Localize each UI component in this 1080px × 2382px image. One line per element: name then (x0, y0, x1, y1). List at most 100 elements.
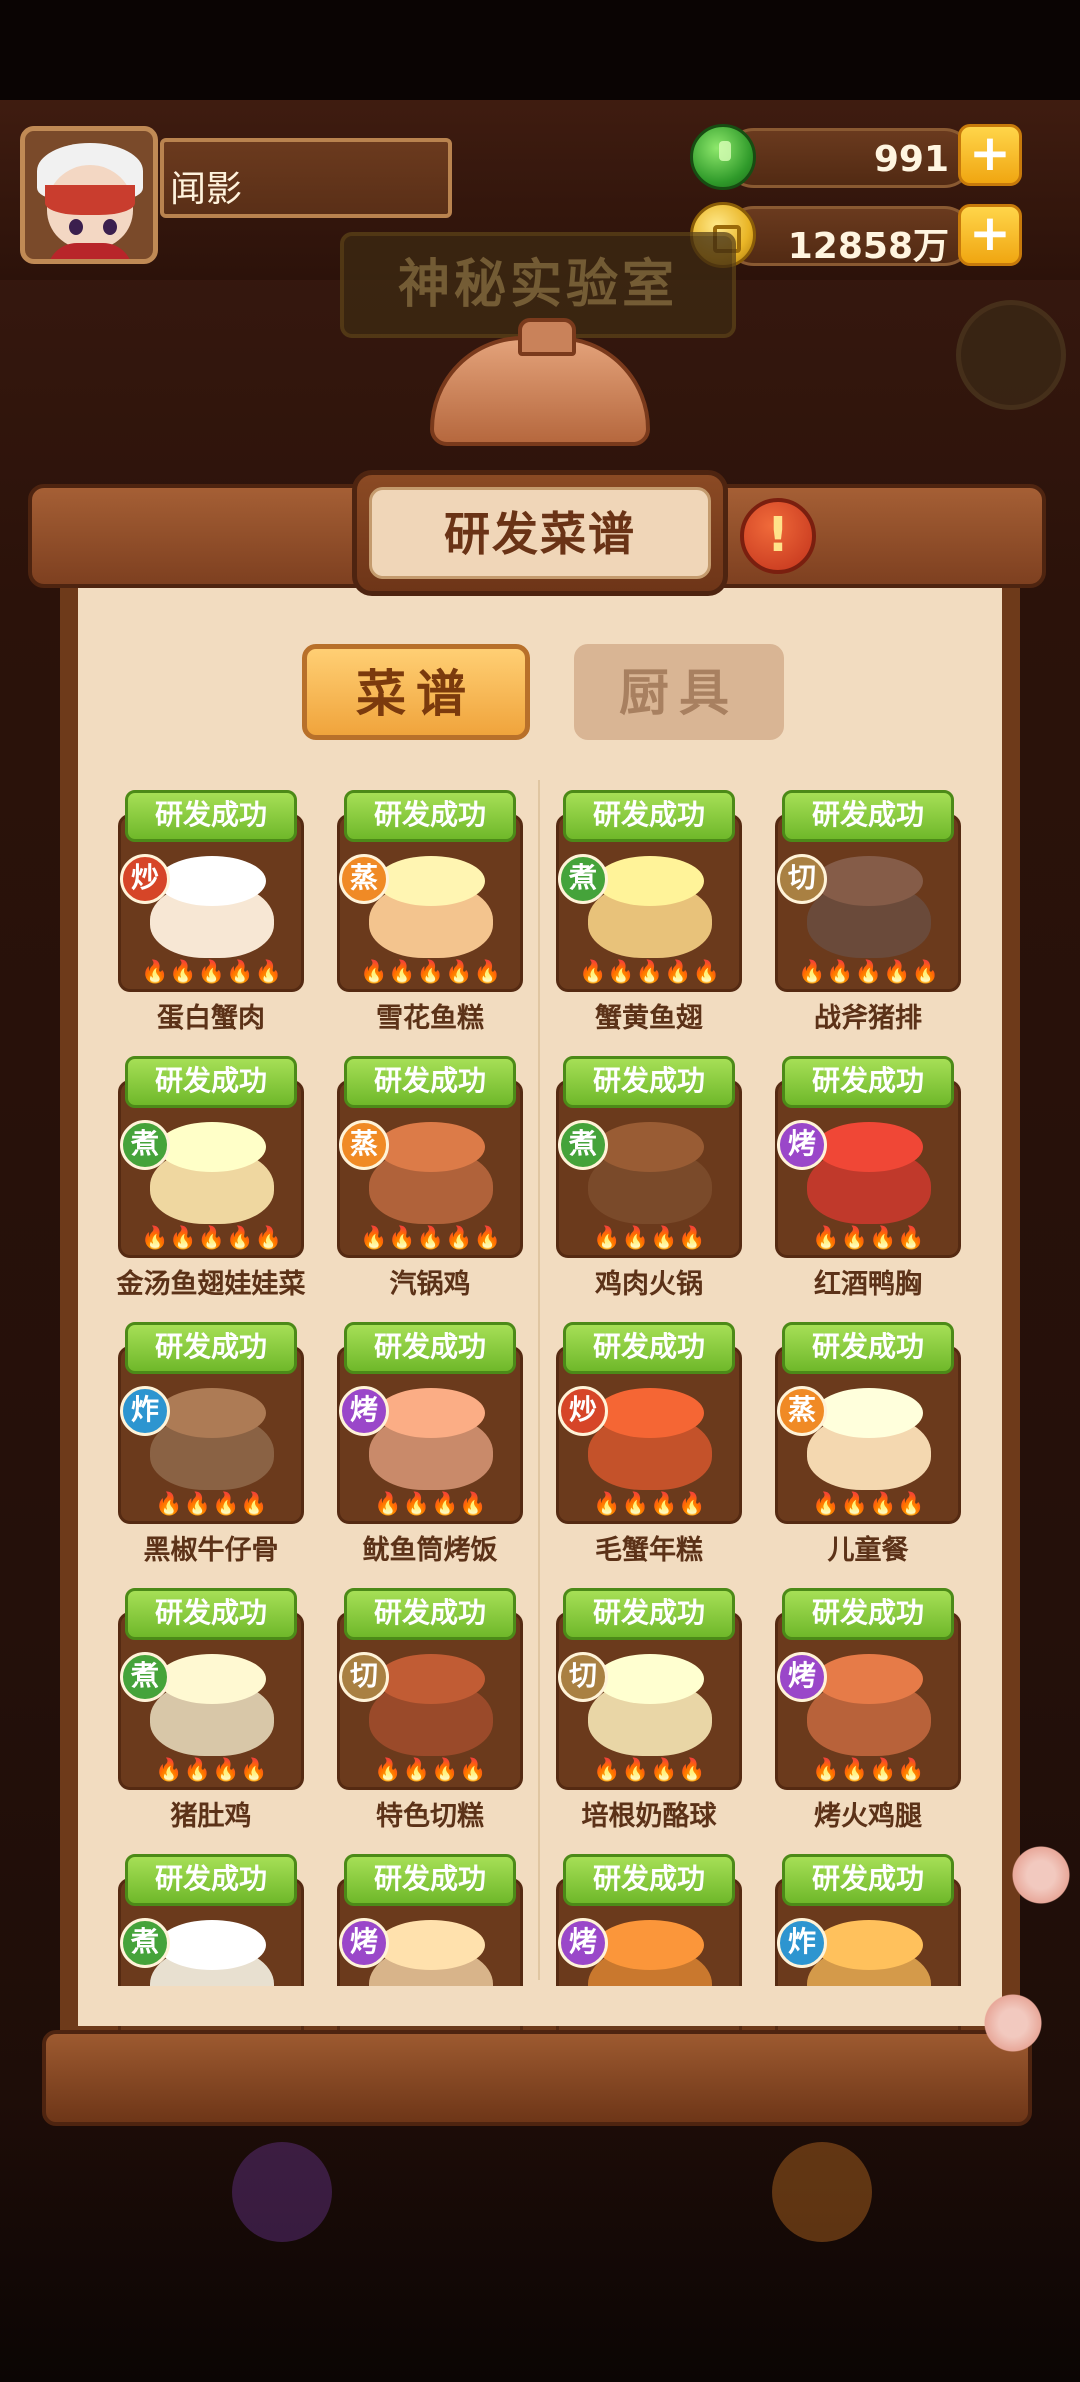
recipe-card[interactable]: 研发成功烤 🔥🔥🔥🔥 鱿鱼筒烤饭 (337, 1322, 523, 1566)
heat-level-flames: 🔥🔥🔥🔥 (593, 1758, 707, 1783)
recipe-name: 毛蟹年糕 (595, 1535, 703, 1566)
recipe-card[interactable]: 研发成功蒸 🔥🔥🔥🔥 儿童餐 (775, 1322, 961, 1566)
add-coins-button[interactable]: + (958, 204, 1022, 266)
heat-level-flames: 🔥🔥🔥🔥 (374, 1492, 488, 1517)
heat-level-flames: 🔥🔥🔥🔥🔥 (141, 1226, 283, 1251)
research-success-badge: 研发成功 (344, 1322, 516, 1374)
recipe-card[interactable]: 研发成功煮 🔥🔥🔥🔥🔥 蟹黄鱼翅 (556, 790, 742, 1034)
gem-counter: 991 (724, 128, 974, 188)
research-success-badge: 研发成功 (125, 1588, 297, 1640)
dish-image (588, 1680, 712, 1756)
dish-image (807, 1680, 931, 1756)
heat-level-flames: 🔥🔥🔥🔥 (593, 1492, 707, 1517)
gem-value: 991 (873, 139, 949, 180)
dish-image (369, 882, 493, 958)
pot-lid-decoration (430, 318, 650, 446)
recipe-card[interactable]: 研发成功煮 🔥🔥🔥🔥 鸡肉火锅 (556, 1056, 742, 1300)
dish-image (369, 1414, 493, 1490)
recipe-name: 雪花鱼糕 (376, 1003, 484, 1034)
recipe-name: 蟹黄鱼翅 (595, 1003, 703, 1034)
dish-image (588, 882, 712, 958)
panel-title-plate: 研发菜谱 (352, 470, 728, 596)
research-success-badge: 研发成功 (344, 1056, 516, 1108)
heat-level-flames: 🔥🔥🔥🔥🔥 (360, 960, 502, 985)
research-success-badge: 研发成功 (563, 1056, 735, 1108)
heat-level-flames: 🔥🔥🔥🔥 (593, 1226, 707, 1251)
recipe-name: 汽锅鸡 (389, 1269, 471, 1300)
research-success-badge: 研发成功 (125, 1056, 297, 1108)
heat-level-flames: 🔥🔥🔥🔥🔥 (798, 960, 940, 985)
heat-level-flames: 🔥🔥🔥🔥 (155, 1492, 269, 1517)
recipe-card[interactable]: 研发成功炸 🔥🔥🔥🔥 黑椒牛仔骨 (118, 1322, 304, 1566)
cook-method-icon: 烤 (777, 1652, 827, 1702)
recipe-name: 红酒鸭胸 (814, 1269, 922, 1300)
recipe-name: 烤火鸡腿 (814, 1801, 922, 1832)
recipe-name: 黑椒牛仔骨 (143, 1535, 279, 1566)
dish-image (150, 1680, 274, 1756)
research-success-badge: 研发成功 (563, 1588, 735, 1640)
cook-method-icon: 煮 (120, 1918, 170, 1968)
research-success-badge: 研发成功 (125, 790, 297, 842)
gem-icon (690, 124, 756, 190)
recipe-name: 培根奶酪球 (581, 1801, 717, 1832)
research-success-badge: 研发成功 (782, 1322, 954, 1374)
add-gems-button[interactable]: + (958, 124, 1022, 186)
dish-image (150, 1414, 274, 1490)
cook-method-icon: 蒸 (339, 1120, 389, 1170)
dish-image (807, 1148, 931, 1224)
recipe-card[interactable]: 研发成功切 🔥🔥🔥🔥🔥 战斧猪排 (775, 790, 961, 1034)
player-avatar[interactable] (20, 126, 158, 264)
recipe-card[interactable]: 研发成功煮 🔥🔥🔥🔥 猪肚鸡 (118, 1588, 304, 1832)
research-success-badge: 研发成功 (125, 1322, 297, 1374)
tab-recipes[interactable]: 菜谱 (302, 644, 530, 740)
cook-method-icon: 蒸 (777, 1386, 827, 1436)
bottom-steam-icon (772, 2142, 872, 2242)
flower-decoration (1008, 1842, 1074, 1908)
recipe-card[interactable]: 研发成功炒 🔥🔥🔥🔥🔥 蛋白蟹肉 (118, 790, 304, 1034)
heat-level-flames: 🔥🔥🔥🔥🔥 (141, 960, 283, 985)
heat-level-flames: 🔥🔥🔥🔥 (155, 1758, 269, 1783)
research-success-badge: 研发成功 (563, 1322, 735, 1374)
dish-image (369, 1148, 493, 1224)
heat-level-flames: 🔥🔥🔥🔥 (812, 1758, 926, 1783)
cook-method-icon: 烤 (558, 1918, 608, 1968)
cook-method-icon: 烤 (777, 1120, 827, 1170)
recipe-card[interactable]: 研发成功切 🔥🔥🔥🔥 培根奶酪球 (556, 1588, 742, 1832)
recipe-name: 鸡肉火锅 (595, 1269, 703, 1300)
bottom-roast-icon (232, 2142, 332, 2242)
dish-image (807, 1414, 931, 1490)
player-name: 闻影 (170, 169, 243, 210)
recipe-card[interactable]: 研发成功烤 🔥🔥🔥🔥 烤火鸡腿 (775, 1588, 961, 1832)
cook-method-icon: 煮 (558, 1120, 608, 1170)
recipe-card[interactable]: 研发成功蒸 🔥🔥🔥🔥🔥 雪花鱼糕 (337, 790, 523, 1034)
cook-method-icon: 煮 (120, 1120, 170, 1170)
dish-image (588, 1414, 712, 1490)
player-name-box[interactable]: 闻影 (160, 138, 452, 218)
research-success-badge: 研发成功 (782, 1056, 954, 1108)
coin-counter: 12858万 (724, 206, 974, 267)
research-success-badge: 研发成功 (782, 790, 954, 842)
research-success-badge: 研发成功 (782, 1588, 954, 1640)
research-success-badge: 研发成功 (344, 790, 516, 842)
side-menu-button[interactable] (956, 300, 1066, 410)
recipe-name: 蛋白蟹肉 (157, 1003, 265, 1034)
cook-method-icon: 烤 (339, 1918, 389, 1968)
heat-level-flames: 🔥🔥🔥🔥🔥 (360, 1226, 502, 1251)
dish-image (588, 1148, 712, 1224)
recipe-card[interactable]: 研发成功炒 🔥🔥🔥🔥 毛蟹年糕 (556, 1322, 742, 1566)
recipe-card[interactable]: 研发成功蒸 🔥🔥🔥🔥🔥 汽锅鸡 (337, 1056, 523, 1300)
recipe-card[interactable]: 研发成功煮 🔥🔥🔥🔥🔥 金汤鱼翅娃娃菜 (117, 1056, 306, 1300)
research-success-badge: 研发成功 (782, 1854, 954, 1906)
panel-title: 研发菜谱 (369, 487, 711, 579)
heat-level-flames: 🔥🔥🔥🔥 (812, 1226, 926, 1251)
cook-method-icon: 炒 (120, 854, 170, 904)
cook-method-icon: 切 (558, 1652, 608, 1702)
recipe-name: 战斧猪排 (814, 1003, 922, 1034)
research-success-badge: 研发成功 (563, 1854, 735, 1906)
alert-icon[interactable]: ! (740, 498, 816, 574)
cook-method-icon: 煮 (558, 854, 608, 904)
recipe-card[interactable]: 研发成功切 🔥🔥🔥🔥 特色切糕 (337, 1588, 523, 1832)
recipe-card[interactable]: 研发成功烤 🔥🔥🔥🔥 红酒鸭胸 (775, 1056, 961, 1300)
heat-level-flames: 🔥🔥🔥🔥 (812, 1492, 926, 1517)
tab-kitchenware[interactable]: 厨具 (574, 644, 784, 740)
